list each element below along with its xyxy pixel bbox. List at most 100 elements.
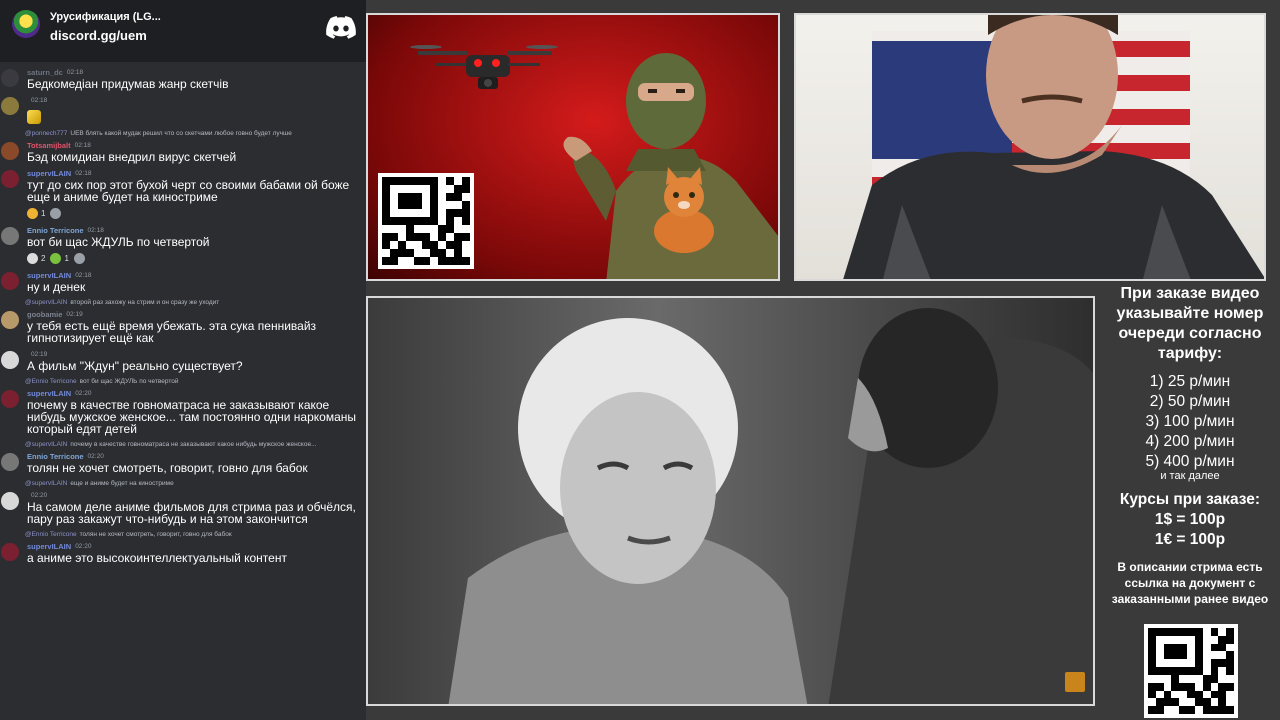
reaction-button[interactable] bbox=[73, 251, 88, 265]
reply-username[interactable]: @supervILAIN bbox=[25, 441, 67, 448]
avatar[interactable] bbox=[1, 97, 19, 115]
message-text: Бедкомедіан придумав жанр скетчів bbox=[27, 77, 229, 91]
reply-reference[interactable]: @ponnech777 UEB блять какой мудак решил ч… bbox=[25, 128, 366, 139]
chat-message[interactable]: @supervILAIN почему в качестве говноматра… bbox=[0, 439, 366, 474]
message-text: у тебя есть ещё время убежать. эта сука … bbox=[27, 319, 317, 345]
avatar[interactable] bbox=[1, 170, 19, 188]
emoji-icon bbox=[27, 207, 38, 219]
avatar[interactable] bbox=[1, 311, 19, 329]
chat-message[interactable]: 02:19 А фильм "Ждун" реально существует? bbox=[0, 348, 366, 372]
avatar[interactable] bbox=[1, 142, 19, 160]
avatar[interactable] bbox=[1, 227, 19, 245]
tariff-list: 1) 25 р/мин 2) 50 р/мин 3) 100 р/мин 4) … bbox=[1100, 372, 1280, 472]
reply-reference[interactable]: @supervILAIN второй раз захожу на стрим и… bbox=[25, 297, 366, 308]
chat-message[interactable]: 02:18 bbox=[0, 94, 366, 124]
message-meta: 02:18 bbox=[27, 94, 366, 106]
emoji-icon bbox=[27, 252, 38, 264]
chat-message[interactable]: @supervILAIN второй раз захожу на стрим и… bbox=[0, 297, 366, 344]
message-text: На самом деле аниме фильмов для стрима р… bbox=[27, 500, 356, 526]
message-text: А фильм "Ждун" реально существует? bbox=[27, 359, 243, 373]
rates-list: 1$ = 100р 1€ = 100р bbox=[1100, 510, 1280, 550]
chat-message[interactable]: saturn_dc 02:18 Бедкомедіан придумав жанр … bbox=[0, 66, 366, 90]
avatar[interactable] bbox=[1, 272, 19, 290]
message-username[interactable]: saturn_dc bbox=[27, 68, 63, 77]
emoji-icon bbox=[50, 252, 62, 264]
chat-message[interactable]: @Ennio Terricone вот би щас ЖДУЛЬ по четв… bbox=[0, 376, 366, 435]
message-timestamp: 02:19 bbox=[31, 350, 48, 358]
reply-text: второй раз захожу на стрим и он сразу же… bbox=[70, 299, 220, 306]
server-invite-link[interactable]: discord.gg/uem bbox=[50, 28, 147, 43]
movie-frame bbox=[366, 296, 1095, 706]
chat-message[interactable]: supervILAIN 02:18 тут до сих пор этот бухо… bbox=[0, 167, 366, 220]
reaction-count: 2 bbox=[41, 253, 46, 263]
reply-text: еще и аниме будет на киностриме bbox=[70, 480, 174, 487]
reply-username[interactable]: @ponnech777 bbox=[25, 130, 67, 137]
message-username[interactable]: Ennio Terricone bbox=[27, 226, 84, 235]
message-username[interactable]: supervILAIN bbox=[27, 271, 71, 280]
message-timestamp: 02:20 bbox=[87, 452, 104, 460]
qr-code-icon bbox=[1144, 624, 1238, 718]
reaction-bar: 21 bbox=[27, 251, 366, 265]
server-icon[interactable] bbox=[12, 10, 40, 38]
chat-message[interactable]: @ponnech777 UEB блять какой мудак решил ч… bbox=[0, 128, 366, 163]
movie-man-figure bbox=[828, 308, 1093, 704]
reply-text: вот би щас ЖДУЛЬ по четвертой bbox=[79, 378, 179, 385]
message-timestamp: 02:20 bbox=[75, 542, 92, 550]
message-timestamp: 02:20 bbox=[75, 389, 92, 397]
message-text: толян не хочет смотреть, говорит, говно … bbox=[27, 461, 308, 475]
drone-icon bbox=[410, 45, 558, 89]
qr-code-icon bbox=[378, 173, 474, 269]
chat-message[interactable]: @supervILAIN еще и аниме будет на киностр… bbox=[0, 478, 366, 525]
message-timestamp: 02:18 bbox=[75, 271, 92, 279]
chat-panel: Урусификация (LG... discord.gg/uem satur… bbox=[0, 0, 366, 720]
tariff-item: 1) 25 р/мин bbox=[1149, 373, 1231, 390]
message-username[interactable]: supervILAIN bbox=[27, 169, 71, 178]
chat-message[interactable]: Ennio Terricone 02:18 вот би щас ЖДУЛЬ по … bbox=[0, 224, 366, 265]
reply-username[interactable]: @Ennio Terricone bbox=[25, 531, 77, 538]
avatar[interactable] bbox=[1, 543, 19, 561]
message-username[interactable]: Totsamijbalt bbox=[27, 141, 71, 150]
rates-title: Курсы при заказе: bbox=[1119, 491, 1261, 508]
avatar[interactable] bbox=[1, 453, 19, 471]
message-text: почему в качестве говноматраса не заказы… bbox=[27, 398, 357, 436]
rate-item: 1€ = 100р bbox=[1154, 531, 1226, 548]
reaction-button[interactable]: 2 bbox=[27, 251, 45, 265]
avatar[interactable] bbox=[1, 492, 19, 510]
reply-reference[interactable]: @supervILAIN еще и аниме будет на киностр… bbox=[25, 478, 366, 489]
message-list[interactable]: saturn_dc 02:18 Бедкомедіан придумав жанр … bbox=[0, 62, 366, 720]
chat-message[interactable]: supervILAIN 02:18 ну и денек bbox=[0, 269, 366, 293]
message-timestamp: 02:20 bbox=[31, 491, 48, 499]
cat-illustration bbox=[654, 167, 714, 253]
reaction-count: 1 bbox=[64, 253, 69, 263]
reply-reference[interactable]: @Ennio Terricone толян не хочет смотреть,… bbox=[25, 529, 366, 540]
reaction-button[interactable]: 1 bbox=[50, 251, 69, 265]
tariff-item: 4) 200 р/мин bbox=[1145, 433, 1235, 450]
reply-username[interactable]: @Ennio Terricone bbox=[25, 378, 77, 385]
message-username[interactable]: supervILAIN bbox=[27, 542, 71, 551]
reply-username[interactable]: @supervILAIN bbox=[25, 299, 67, 306]
order-note: При заказе видео указывайте номер очеред… bbox=[1116, 285, 1264, 362]
reaction-button[interactable] bbox=[50, 206, 64, 220]
reply-reference[interactable]: @Ennio Terricone вот би щас ЖДУЛЬ по четв… bbox=[25, 376, 366, 387]
webcam-frame bbox=[794, 13, 1266, 281]
sticker-icon[interactable] bbox=[27, 110, 41, 124]
server-name[interactable]: Урусификация (LG... bbox=[50, 11, 161, 23]
reply-username[interactable]: @supervILAIN bbox=[25, 480, 67, 487]
tariff-item: 3) 100 р/мин bbox=[1145, 413, 1235, 430]
reply-text: UEB блять какой мудак решил что со скетч… bbox=[70, 130, 292, 137]
reply-reference[interactable]: @supervILAIN почему в качестве говноматра… bbox=[25, 439, 366, 450]
message-timestamp: 02:18 bbox=[87, 226, 104, 234]
reaction-button[interactable]: 1 bbox=[27, 206, 45, 220]
message-username[interactable]: supervILAIN bbox=[27, 389, 71, 398]
avatar[interactable] bbox=[1, 351, 19, 369]
message-username[interactable]: goobamie bbox=[27, 310, 62, 319]
reply-text: толян не хочет смотреть, говорит, говно … bbox=[79, 531, 232, 538]
message-timestamp: 02:18 bbox=[66, 68, 84, 76]
chat-message[interactable]: @Ennio Terricone толян не хочет смотреть,… bbox=[0, 529, 366, 564]
message-username[interactable]: Ennio Terricone bbox=[27, 452, 84, 461]
reaction-count: 1 bbox=[41, 208, 46, 218]
avatar[interactable] bbox=[1, 69, 19, 87]
avatar[interactable] bbox=[1, 390, 19, 408]
emoji-icon bbox=[50, 207, 62, 219]
tariff-item: 2) 50 р/мин bbox=[1149, 393, 1231, 410]
